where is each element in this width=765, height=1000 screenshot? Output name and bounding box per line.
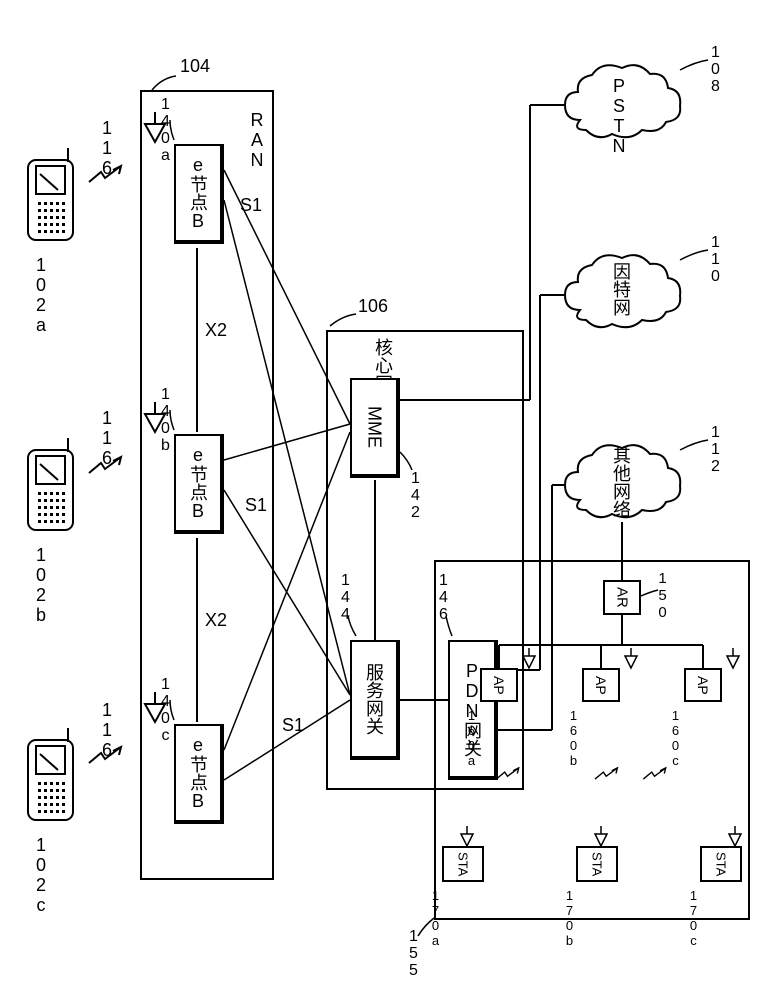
pstn-ref: 108 [706, 44, 724, 95]
sgw-label: 服务网关 [361, 663, 387, 735]
ap-a-label: AP [491, 676, 507, 695]
ar-ref: 150 [654, 570, 671, 621]
sgw-ref: 144 [336, 572, 354, 623]
ap-c-box: AP [684, 668, 722, 702]
ue-a-ref: 102a [30, 255, 51, 335]
sta-b-box: STA [576, 846, 618, 882]
ap-c-ref: 160c [668, 708, 683, 768]
rf-a-ref: 116 [96, 118, 117, 178]
enodeb-b: e节点B [174, 434, 224, 534]
ue-a-icon [28, 148, 73, 240]
sta-c-ref: 170c [686, 888, 701, 948]
enodeb-c-label: e节点B [185, 735, 211, 811]
pstn-label: PSTN [608, 76, 629, 156]
ap-b-ref: 160b [566, 708, 581, 768]
rf-c-ref: 116 [96, 700, 117, 760]
ap-a-ref: 160a [464, 708, 479, 768]
mme-ref: 142 [406, 470, 424, 521]
sta-c-label: STA [714, 852, 729, 876]
sta-b-label: STA [590, 852, 605, 876]
x2-label-2: X2 [205, 610, 227, 631]
wlan-ref: 155 [404, 928, 422, 979]
enodeb-c: e节点B [174, 724, 224, 824]
s1-label-3: S1 [282, 715, 304, 736]
ap-b-box: AP [582, 668, 620, 702]
enodeb-b-ref: 140b [156, 386, 174, 454]
sta-a-ref: 170a [428, 888, 443, 948]
enodeb-a: e节点B [174, 144, 224, 244]
other-ref: 112 [706, 424, 724, 475]
enodeb-a-label: e节点B [185, 155, 211, 231]
ue-c-ref: 102c [30, 835, 51, 915]
sta-a-box: STA [442, 846, 484, 882]
ar-box: AR [603, 580, 641, 615]
ue-c-icon [28, 728, 73, 820]
s1-label-2: S1 [245, 495, 267, 516]
enodeb-c-ref: 140c [156, 676, 174, 744]
enodeb-b-label: e节点B [185, 445, 211, 521]
x2-label-1: X2 [205, 320, 227, 341]
sta-a-label: STA [456, 852, 471, 876]
rf-b-ref: 116 [96, 408, 117, 468]
internet-label: 因特网 [608, 262, 634, 316]
ap-c-label: AP [695, 676, 711, 695]
ran-label: RAN [246, 110, 267, 170]
ap-b-label: AP [593, 676, 609, 695]
ran-ref: 104 [180, 56, 210, 77]
other-label: 其他网络 [608, 446, 634, 518]
mme-label: MME [364, 406, 385, 448]
ue-b-ref: 102b [30, 545, 51, 625]
sta-c-box: STA [700, 846, 742, 882]
ue-b-icon [28, 438, 73, 530]
core-ref: 106 [358, 296, 388, 317]
sgw-box: 服务网关 [350, 640, 400, 760]
ar-label: AR [614, 587, 631, 608]
sta-b-ref: 170b [562, 888, 577, 948]
mme-box: MME [350, 378, 400, 478]
internet-ref: 110 [706, 234, 724, 285]
enodeb-a-ref: 140a [156, 96, 174, 164]
s1-label-1: S1 [240, 195, 262, 216]
ap-a-box: AP [480, 668, 518, 702]
